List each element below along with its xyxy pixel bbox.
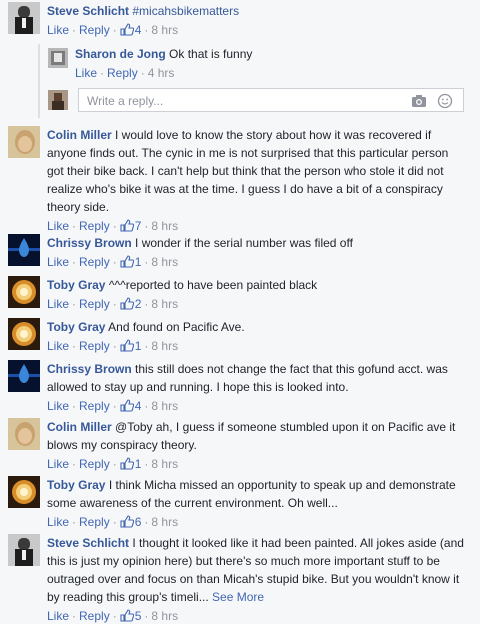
avatar[interactable]	[8, 276, 40, 308]
timestamp[interactable]: 8 hrs	[151, 23, 178, 37]
reply-link[interactable]: Reply	[79, 255, 110, 269]
timestamp[interactable]: 8 hrs	[151, 399, 178, 413]
like-link[interactable]: Like	[75, 66, 97, 80]
avatar[interactable]	[8, 234, 40, 266]
reply-input[interactable]	[85, 91, 389, 111]
reply-author[interactable]: Sharon de Jong	[75, 47, 166, 61]
thumbs-up-icon	[120, 339, 134, 352]
comment-text: And found on Pacific Ave.	[108, 320, 245, 334]
avatar	[48, 90, 68, 110]
reply-link[interactable]: Reply	[79, 399, 110, 413]
reply-link[interactable]: Reply	[79, 219, 110, 233]
comment: Colin Miller @Toby ah, I guess if someon…	[0, 418, 480, 474]
comment-author[interactable]: Toby Gray	[47, 320, 105, 334]
thumbs-up-icon	[120, 255, 134, 268]
comment: Steve Schlicht #micahsbikematters Like · R…	[0, 2, 480, 42]
like-count[interactable]: 1	[120, 457, 141, 471]
thumbs-up-icon	[120, 457, 134, 470]
reply-link[interactable]: Reply	[107, 66, 138, 80]
reply-link[interactable]: Reply	[79, 339, 110, 353]
like-link[interactable]: Like	[47, 457, 69, 471]
comment-author[interactable]: Steve Schlicht	[47, 4, 129, 18]
see-more-link[interactable]: See More	[212, 590, 264, 604]
thumbs-up-icon	[120, 399, 134, 412]
like-link[interactable]: Like	[47, 399, 69, 413]
timestamp[interactable]: 8 hrs	[151, 255, 178, 269]
comment: Chrissy Brown this still does not change…	[0, 360, 480, 416]
comment-author[interactable]: Chrissy Brown	[47, 362, 132, 376]
like-link[interactable]: Like	[47, 219, 69, 233]
timestamp[interactable]: 8 hrs	[151, 609, 178, 623]
like-link[interactable]: Like	[47, 339, 69, 353]
reply-link[interactable]: Reply	[79, 457, 110, 471]
timestamp[interactable]: 4 hrs	[148, 66, 175, 80]
avatar[interactable]	[8, 360, 40, 392]
like-link[interactable]: Like	[47, 515, 69, 529]
timestamp[interactable]: 8 hrs	[151, 457, 178, 471]
comment-text: ^^^reported to have been painted black	[108, 278, 318, 292]
comment: Colin Miller I would love to know the st…	[0, 126, 480, 233]
comment: Chrissy Brown I wonder if the serial num…	[0, 234, 480, 274]
reply-link[interactable]: Reply	[79, 23, 110, 37]
emoji-icon[interactable]	[437, 93, 453, 109]
thumbs-up-icon	[120, 297, 134, 310]
avatar[interactable]	[48, 48, 68, 68]
avatar[interactable]	[8, 418, 40, 450]
like-count[interactable]: 2	[120, 297, 141, 311]
like-link[interactable]: Like	[47, 609, 69, 623]
comment-author[interactable]: Toby Gray	[47, 478, 105, 492]
like-count[interactable]: 1	[120, 255, 141, 269]
avatar[interactable]	[8, 534, 40, 566]
reply-link[interactable]: Reply	[79, 609, 110, 623]
avatar[interactable]	[8, 476, 40, 508]
thumbs-up-icon	[120, 609, 134, 622]
comment-author[interactable]: Colin Miller	[47, 420, 112, 434]
like-link[interactable]: Like	[47, 23, 69, 37]
avatar[interactable]	[8, 2, 40, 34]
timestamp[interactable]: 8 hrs	[151, 339, 178, 353]
reply-text: Ok that is funny	[169, 47, 253, 61]
reply-link[interactable]: Reply	[79, 297, 110, 311]
comment-text: I think Micha missed an opportunity to s…	[47, 478, 456, 510]
reply-comment: Sharon de Jong Ok that is funny Like · Rep…	[40, 44, 470, 84]
thumbs-up-icon	[120, 23, 134, 36]
like-count[interactable]: 7	[120, 219, 141, 233]
like-count[interactable]: 6	[120, 515, 141, 529]
like-count[interactable]: 5	[120, 609, 141, 623]
avatar[interactable]	[8, 126, 40, 158]
comment-text: I wonder if the serial number was filed …	[135, 236, 353, 250]
like-count[interactable]: 4	[120, 399, 141, 413]
comment-author[interactable]: Steve Schlicht	[47, 536, 129, 550]
comment-author[interactable]: Toby Gray	[47, 278, 105, 292]
comment: Toby Gray I think Micha missed an opport…	[0, 476, 480, 532]
thumbs-up-icon	[120, 219, 134, 232]
timestamp[interactable]: 8 hrs	[151, 219, 178, 233]
thumbs-up-icon	[120, 515, 134, 528]
reply-link[interactable]: Reply	[79, 515, 110, 529]
comment-author[interactable]: Chrissy Brown	[47, 236, 132, 250]
reply-input-box[interactable]	[78, 88, 464, 112]
comment: Toby Gray ^^^reported to have been paint…	[0, 276, 480, 316]
comment-author[interactable]: Colin Miller	[47, 128, 112, 142]
comment-hashtag[interactable]: #micahsbikematters	[132, 4, 239, 18]
like-link[interactable]: Like	[47, 255, 69, 269]
timestamp[interactable]: 8 hrs	[151, 515, 178, 529]
timestamp[interactable]: 8 hrs	[151, 297, 178, 311]
comment-feed: Steve Schlicht #micahsbikematters Like · R…	[0, 0, 480, 623]
avatar[interactable]	[8, 318, 40, 350]
like-count[interactable]: 1	[120, 339, 141, 353]
like-count[interactable]: 4	[120, 23, 141, 37]
comment: Toby Gray And found on Pacific Ave. Like…	[0, 318, 480, 358]
like-link[interactable]: Like	[47, 297, 69, 311]
camera-icon[interactable]	[411, 93, 427, 109]
comment: Steve Schlicht I thought it looked like …	[0, 534, 480, 623]
